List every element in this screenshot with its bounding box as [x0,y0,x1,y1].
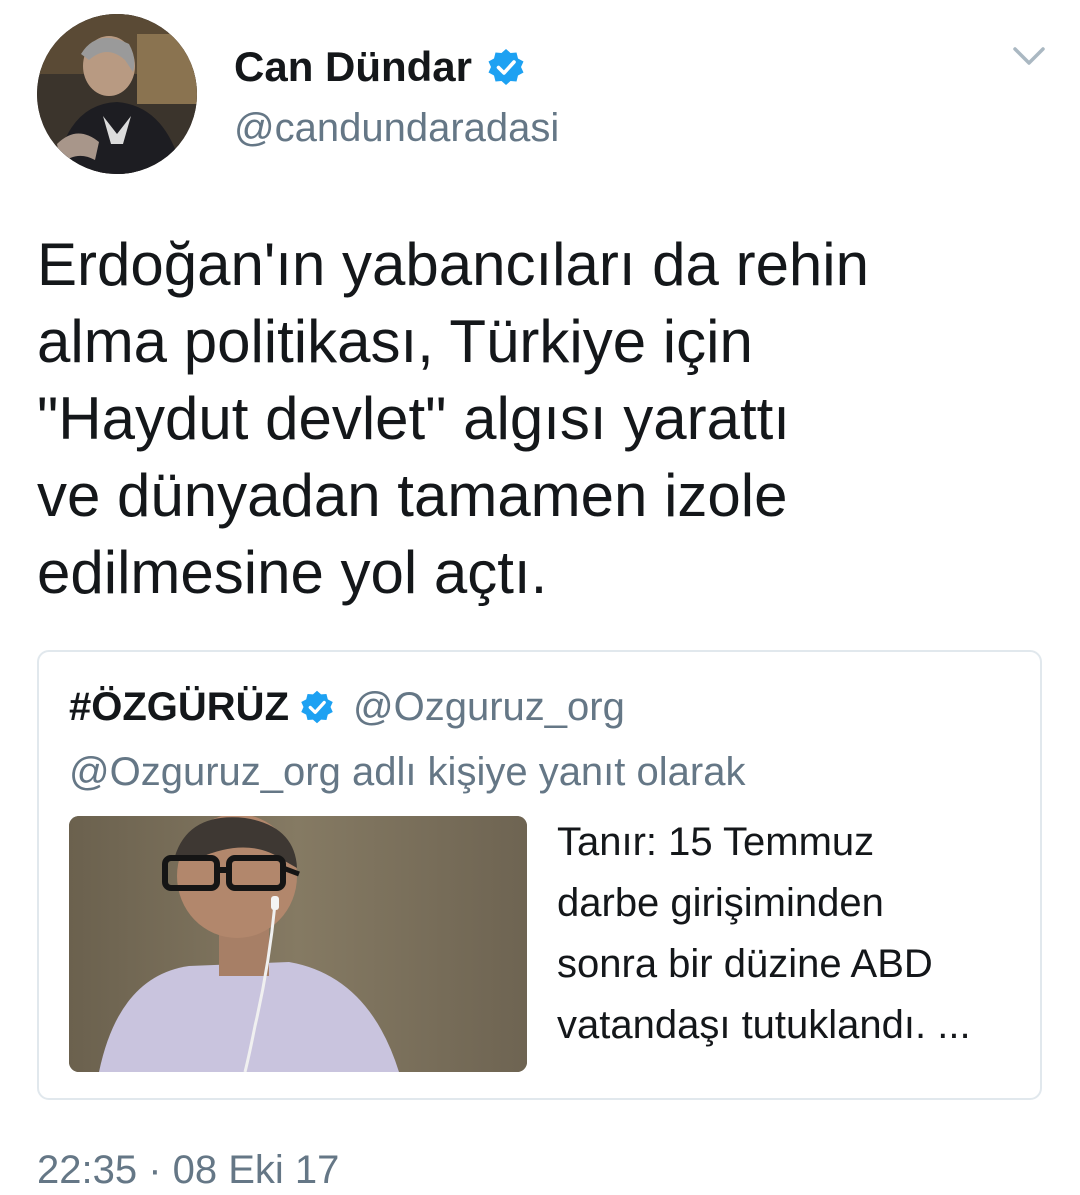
avatar[interactable] [37,14,197,174]
quoted-tweet-card[interactable]: #ÖZGÜRÜZ @Ozguruz_org @Ozguruz_org adlı … [37,650,1042,1100]
tweet-text-line: "Haydut devlet" algısı yarattı [37,385,790,452]
quoted-tweet-media[interactable] [69,816,527,1072]
quoted-author-name: #ÖZGÜRÜZ [69,684,289,729]
author-display-name: Can Dündar [234,43,473,90]
quoted-author-handle: @Ozguruz_org [353,684,625,729]
author-name[interactable]: Can Dündar [234,42,526,92]
verified-badge-icon [488,49,524,85]
quoted-text-line: vatandaşı tutuklandı. ... [557,1003,971,1047]
tweet-text-line: alma politikası, Türkiye için [37,308,753,375]
quoted-text-line: sonra bir düzine ABD [557,942,933,986]
quoted-text-line: Tanır: 15 Temmuz [557,820,875,864]
quoted-tweet-text: Tanır: 15 Temmuz darbe girişiminden sonr… [557,812,1027,1056]
chevron-down-icon[interactable] [1012,44,1046,68]
quoted-tweet-header: #ÖZGÜRÜZ @Ozguruz_org [69,682,625,732]
tweet-text-line: Erdoğan'ın yabancıları da rehin [37,231,870,298]
quoted-text-line: darbe girişiminden [557,881,884,925]
tweet-text: Erdoğan'ın yabancıları da rehin alma pol… [37,226,1037,611]
tweet-text-line: edilmesine yol açtı. [37,539,548,606]
author-handle[interactable]: @candundaradasi [234,104,559,152]
video-thumbnail [69,816,527,1072]
tweet-text-line: ve dünyadan tamamen izole [37,462,788,529]
tweet-timestamp[interactable]: 22:35 · 08 Eki 17 [37,1146,339,1194]
profile-photo [37,14,197,174]
verified-badge-icon [301,690,333,724]
reply-context: @Ozguruz_org adlı kişiye yanıt olarak [69,750,746,794]
